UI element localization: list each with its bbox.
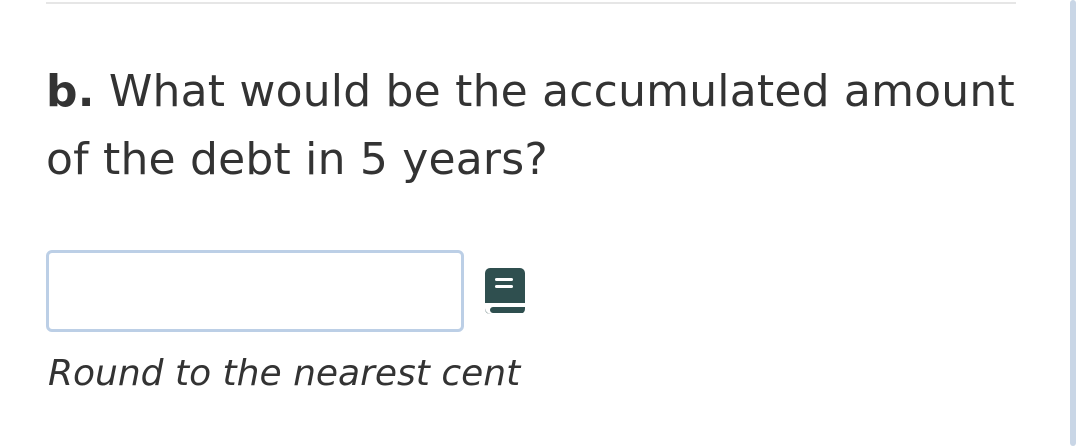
scrollbar[interactable] bbox=[1070, 0, 1076, 446]
book-icon[interactable] bbox=[483, 267, 527, 315]
rounding-hint: Round to the nearest cent bbox=[48, 353, 521, 394]
top-divider bbox=[46, 2, 1016, 4]
question-page: b. What would be the accumulated amount … bbox=[0, 0, 1080, 446]
question-prompt: What would be the accumulated amount of … bbox=[46, 66, 1015, 185]
answer-input[interactable] bbox=[46, 250, 464, 332]
question-text-block: b. What would be the accumulated amount … bbox=[46, 58, 1026, 194]
question-part-label: b. bbox=[46, 66, 95, 117]
